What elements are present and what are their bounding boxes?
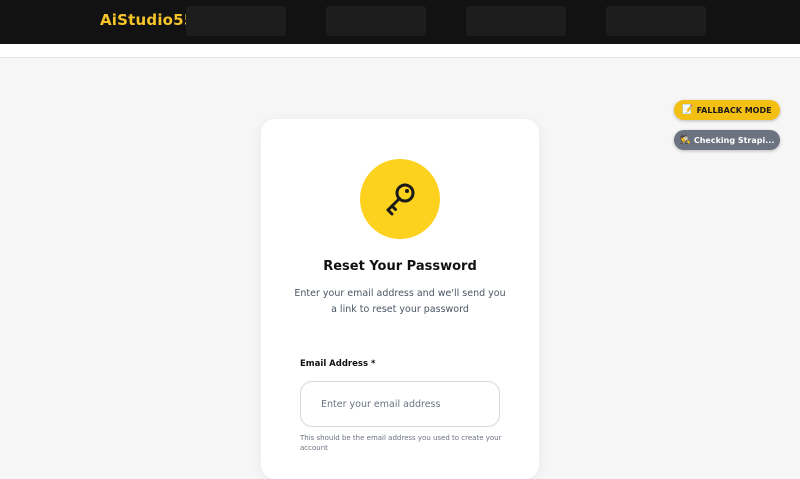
top-navigation-bar: AiStudio555 [0,0,800,44]
fallback-mode-label: FALLBACK MODE [696,105,772,115]
reset-password-card: Reset Your Password Enter your email add… [261,119,539,479]
detective-icon: 🕵 [679,135,691,145]
fallback-mode-badge[interactable]: 📝 FALLBACK MODE [674,100,780,120]
nav-item-placeholder[interactable] [186,6,286,36]
page-title: Reset Your Password [323,259,477,274]
page-subtitle: Enter your email address and we'll send … [294,288,506,315]
key-icon-container [360,159,440,239]
strapi-status-label: Checking Strapi... [693,135,775,145]
strapi-status-badge[interactable]: 🕵 Checking Strapi... [674,130,780,150]
key-icon [386,183,415,216]
sub-header-strip [0,44,800,58]
nav-item-placeholder[interactable] [326,6,426,36]
nav-item-placeholder[interactable] [466,6,566,36]
memo-icon: 📝 [682,105,694,115]
email-field-label: Email Address * [300,359,376,369]
email-helper-text: This should be the email address you use… [300,434,502,452]
email-field[interactable] [300,381,500,427]
nav-item-placeholder[interactable] [606,6,706,36]
